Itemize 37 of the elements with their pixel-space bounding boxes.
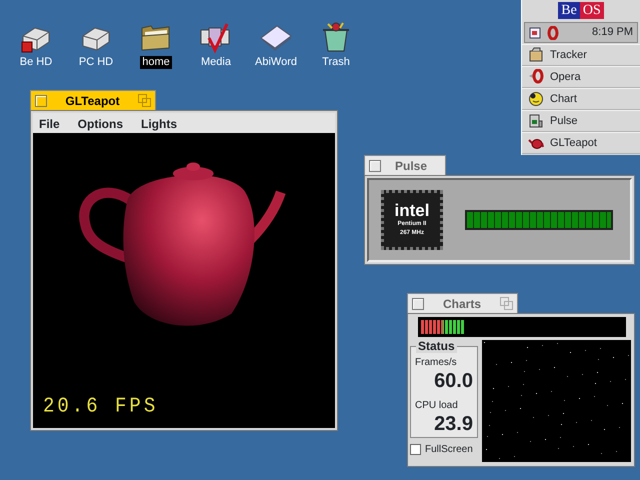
deskbar-item[interactable]: Opera — [522, 66, 640, 88]
checkbox[interactable] — [410, 444, 421, 455]
box-icon — [528, 47, 544, 63]
icon-label[interactable]: AbiWord — [253, 56, 299, 69]
deskbar-item[interactable]: Pulse — [522, 110, 640, 132]
tray-icon[interactable] — [529, 26, 543, 40]
computer-icon — [528, 113, 544, 129]
close-box[interactable] — [412, 298, 424, 310]
stat-label: CPU load — [415, 399, 459, 413]
logo-text: Be — [558, 2, 580, 19]
deskbar-item[interactable]: GLTeapot — [522, 132, 640, 154]
window-tab[interactable]: Pulse — [364, 155, 446, 175]
clock-text[interactable]: 8:19 PM — [592, 24, 633, 41]
ring-icon[interactable] — [545, 26, 559, 40]
menu-item[interactable]: File — [39, 115, 60, 131]
stat-value: 60.0 — [433, 370, 473, 392]
close-box[interactable] — [369, 160, 381, 172]
fps-readout: 20.6 FPS — [43, 392, 158, 420]
group-title: Status — [416, 339, 457, 353]
icon-label[interactable]: home — [140, 56, 172, 69]
icon-label[interactable]: PC HD — [76, 56, 116, 69]
deskbar-item[interactable]: Chart — [522, 88, 640, 110]
window-tab[interactable]: Charts — [407, 293, 518, 313]
icon-label[interactable]: Be HD — [18, 56, 54, 69]
icon-label[interactable]: Media — [199, 56, 233, 69]
logo-text: OS — [580, 2, 604, 19]
menu-item[interactable]: Options — [78, 115, 123, 131]
menu-item[interactable]: Lights — [141, 115, 177, 131]
deskbar-item[interactable]: Tracker — [522, 44, 640, 66]
icon-label[interactable]: Trash — [320, 56, 352, 69]
ring-icon — [528, 69, 544, 85]
window-tab[interactable]: GLTeapot — [30, 90, 156, 110]
close-box[interactable] — [35, 94, 47, 106]
face-icon — [528, 91, 544, 107]
stat-value: 23.9 — [433, 413, 473, 435]
checkbox-label[interactable]: FullScreen — [425, 442, 473, 457]
stat-label: Frames/s — [415, 356, 458, 370]
